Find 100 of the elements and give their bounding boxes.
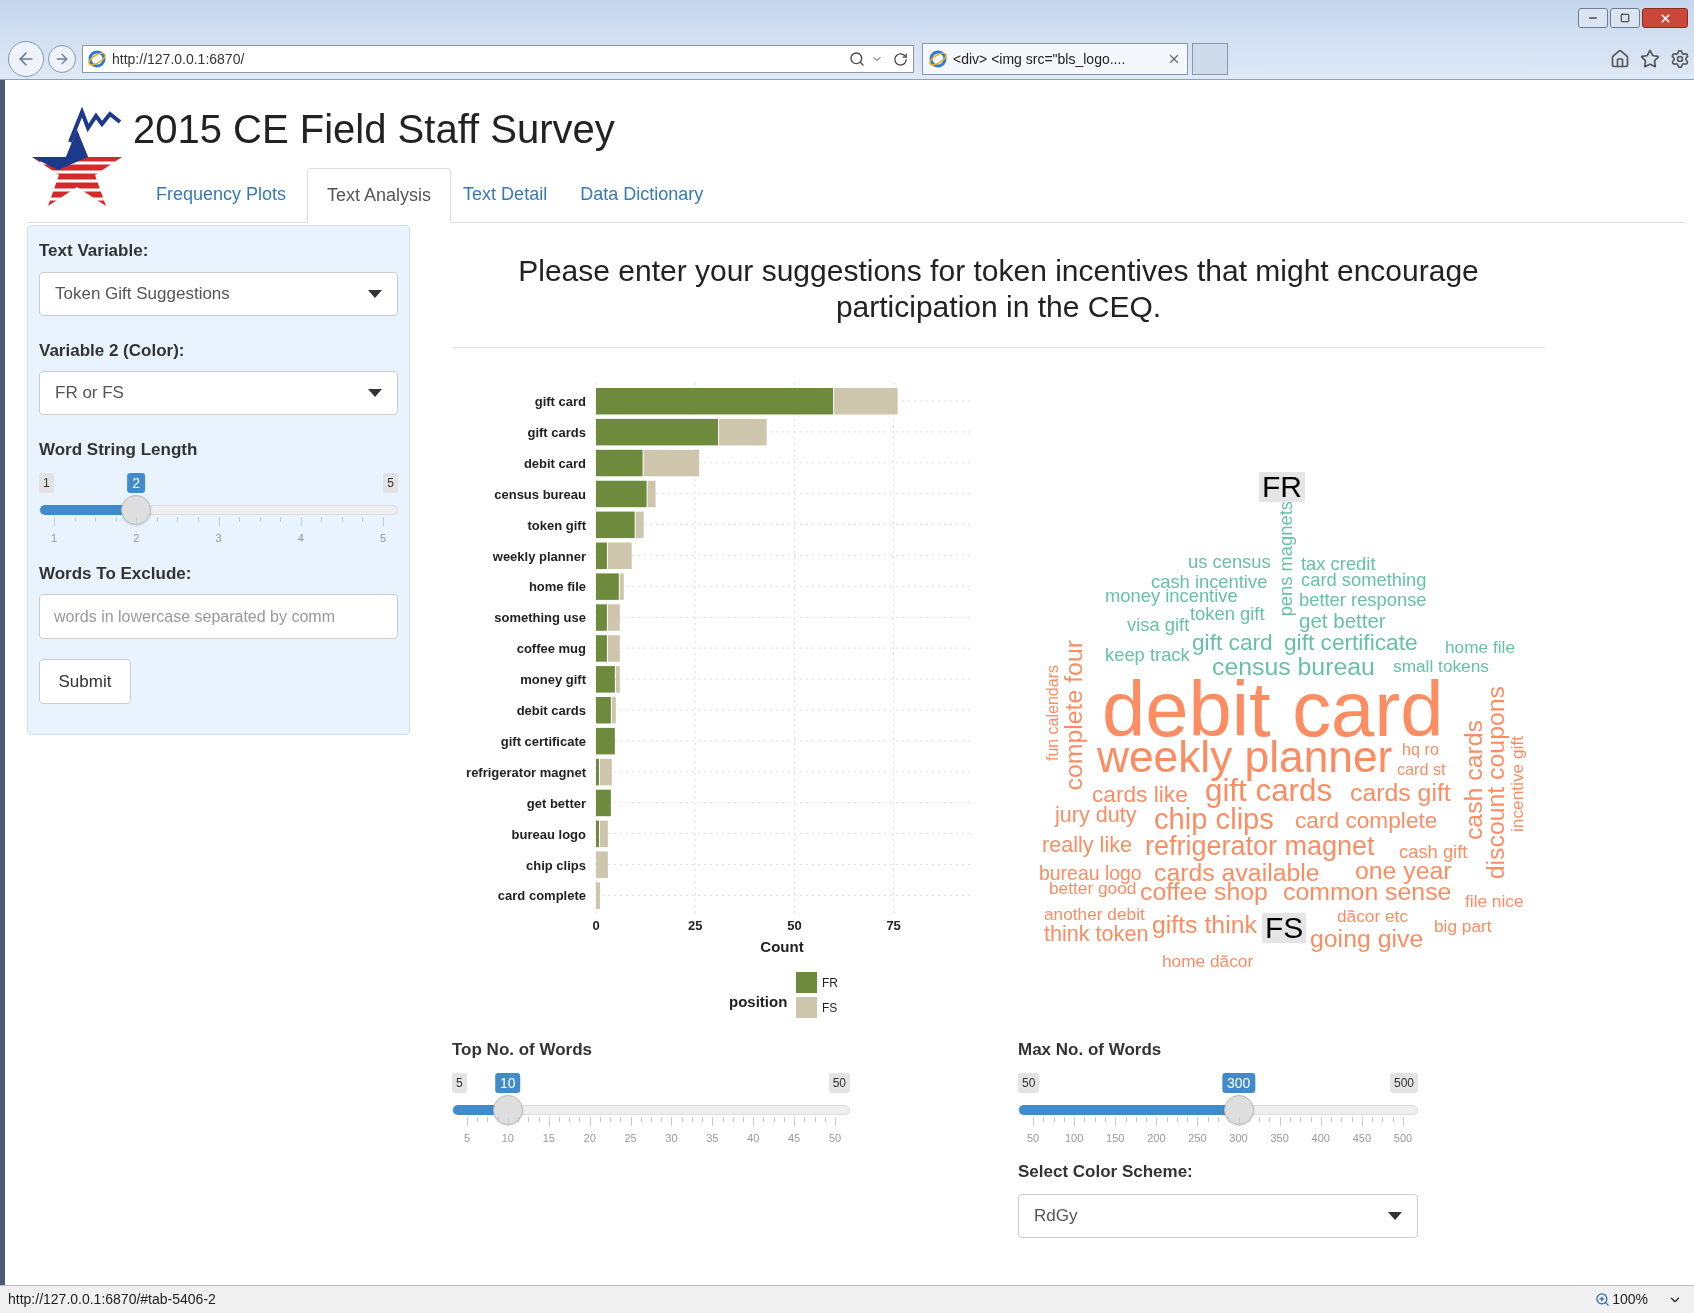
slider-value-label: 10 xyxy=(495,1072,521,1093)
slider-minor-tick xyxy=(156,516,158,522)
slider-minor-tick xyxy=(1125,1116,1127,1122)
cloud-word: big part xyxy=(1434,918,1492,936)
slider-tick xyxy=(753,1116,755,1126)
slider-minor-tick xyxy=(620,1116,622,1122)
submit-button[interactable]: Submit xyxy=(39,659,131,704)
legend-label: FS xyxy=(822,1001,838,1015)
cloud-word: keep track xyxy=(1105,646,1190,665)
field-label: Variable 2 (Color): xyxy=(39,339,186,362)
cloud-word: going give xyxy=(1310,927,1424,952)
category-label: weekly planner xyxy=(492,548,586,564)
cloud-word: cards gift xyxy=(1350,781,1451,806)
nav-tab[interactable]: Text Detail xyxy=(451,167,560,222)
slider-minor-tick xyxy=(743,1116,744,1122)
slider-minor-tick xyxy=(341,516,343,522)
slider-tick xyxy=(467,1116,468,1126)
legend-title: position xyxy=(729,993,788,1010)
slider-minor-tick xyxy=(239,516,241,522)
category-label: gift cards xyxy=(527,424,586,440)
slider-tick-label: 5 xyxy=(463,1130,471,1146)
bar xyxy=(607,604,620,631)
slider-tick xyxy=(835,1116,836,1126)
settings-icon[interactable] xyxy=(1670,49,1690,69)
close-icon[interactable] xyxy=(1167,52,1181,66)
slider-tick xyxy=(1279,1116,1281,1126)
select-dropdown[interactable]: Token Gift Suggestions xyxy=(39,271,398,316)
caret-icon xyxy=(368,389,382,397)
cloud-word: file nice xyxy=(1465,893,1524,911)
slider-track[interactable] xyxy=(1018,1104,1418,1115)
new-tab-button[interactable] xyxy=(1192,43,1228,75)
slider-thumb[interactable] xyxy=(492,1094,523,1125)
slider-minor-tick xyxy=(1063,1116,1065,1122)
browser-logo-icon xyxy=(88,50,106,68)
browser-tab[interactable]: <div> <img src="bls_logo.... xyxy=(922,43,1188,75)
zoom-level[interactable]: 100% xyxy=(1612,1289,1648,1310)
slider-tick xyxy=(383,516,384,526)
cloud-word: really like xyxy=(1042,834,1132,856)
cloud-word: better response xyxy=(1299,591,1427,610)
minimize-button[interactable] xyxy=(1578,8,1608,28)
slider-minor-tick xyxy=(773,1116,775,1122)
slider-tick xyxy=(136,516,138,526)
slider-tick-label: 4 xyxy=(297,530,304,546)
nav-tab[interactable]: Text Analysis xyxy=(307,168,452,223)
slider-minor-tick xyxy=(804,1116,806,1122)
slider-tick xyxy=(712,1116,714,1126)
slider-tick xyxy=(1033,1116,1034,1126)
search-icon[interactable] xyxy=(849,51,865,67)
address-bar[interactable]: http://127.0.0.1:6870/ xyxy=(82,45,914,73)
slider-value-label: 2 xyxy=(127,472,146,493)
slider-tick-label: 300 xyxy=(1229,1130,1248,1146)
slider-tick xyxy=(1320,1116,1322,1126)
slider-minor-tick xyxy=(1094,1116,1096,1122)
back-button[interactable] xyxy=(8,41,44,77)
refresh-icon[interactable] xyxy=(893,51,908,67)
slider-label: Top No. of Words xyxy=(452,1039,594,1061)
select-dropdown[interactable]: RdGy xyxy=(1018,1194,1418,1238)
select-dropdown[interactable]: FR or FS xyxy=(39,371,398,415)
slider-tick xyxy=(1156,1116,1158,1126)
slider-track[interactable] xyxy=(39,504,398,515)
slider-tick xyxy=(1074,1116,1076,1126)
slider-thumb[interactable] xyxy=(121,494,152,525)
slider-minor-tick xyxy=(95,516,97,522)
bar xyxy=(607,635,620,662)
home-icon[interactable] xyxy=(1610,49,1630,69)
slider-tick-label: 100 xyxy=(1064,1130,1084,1146)
slider-minor-tick xyxy=(579,1116,581,1122)
slider-tick xyxy=(300,516,302,526)
slider-minor-tick xyxy=(1259,1116,1261,1122)
category-label: get better xyxy=(526,795,586,811)
slider-tick xyxy=(630,1116,632,1126)
slider-minor-tick xyxy=(1043,1116,1045,1122)
slider-minor-tick xyxy=(1053,1116,1055,1122)
category-label: card complete xyxy=(497,888,586,904)
slider-minor-tick xyxy=(1146,1116,1148,1122)
maximize-button[interactable] xyxy=(1610,8,1640,28)
slider-minor-tick xyxy=(1166,1116,1168,1122)
slider-tick-label: 450 xyxy=(1352,1130,1372,1146)
nav-tab[interactable]: Data Dictionary xyxy=(568,167,716,222)
nav-tab[interactable]: Frequency Plots xyxy=(144,167,299,222)
slider-minor-tick xyxy=(1289,1116,1291,1122)
slider-minor-tick xyxy=(1351,1116,1353,1122)
caret-icon xyxy=(368,289,382,298)
cloud-word: visa gift xyxy=(1127,616,1190,635)
slider-thumb[interactable] xyxy=(1223,1094,1254,1125)
category-label: token gift xyxy=(527,517,586,533)
cloud-word: gifts think xyxy=(1152,913,1257,938)
slider-tick xyxy=(1361,1116,1363,1126)
category-label: gift card xyxy=(534,394,586,409)
star-icon[interactable] xyxy=(1640,49,1660,69)
slider-minor-tick xyxy=(497,1116,499,1122)
forward-button[interactable] xyxy=(48,45,76,73)
field-label: Words To Exclude: xyxy=(39,562,193,585)
close-button[interactable] xyxy=(1642,8,1688,28)
close-icon xyxy=(1658,11,1672,25)
slider-track[interactable] xyxy=(452,1104,850,1115)
exclude-field[interactable]: words in lowercase separated by comm xyxy=(39,594,398,639)
slider-minor-tick xyxy=(528,1116,530,1122)
slider-tick xyxy=(794,1116,796,1126)
slider-tick-label: 400 xyxy=(1311,1130,1330,1146)
